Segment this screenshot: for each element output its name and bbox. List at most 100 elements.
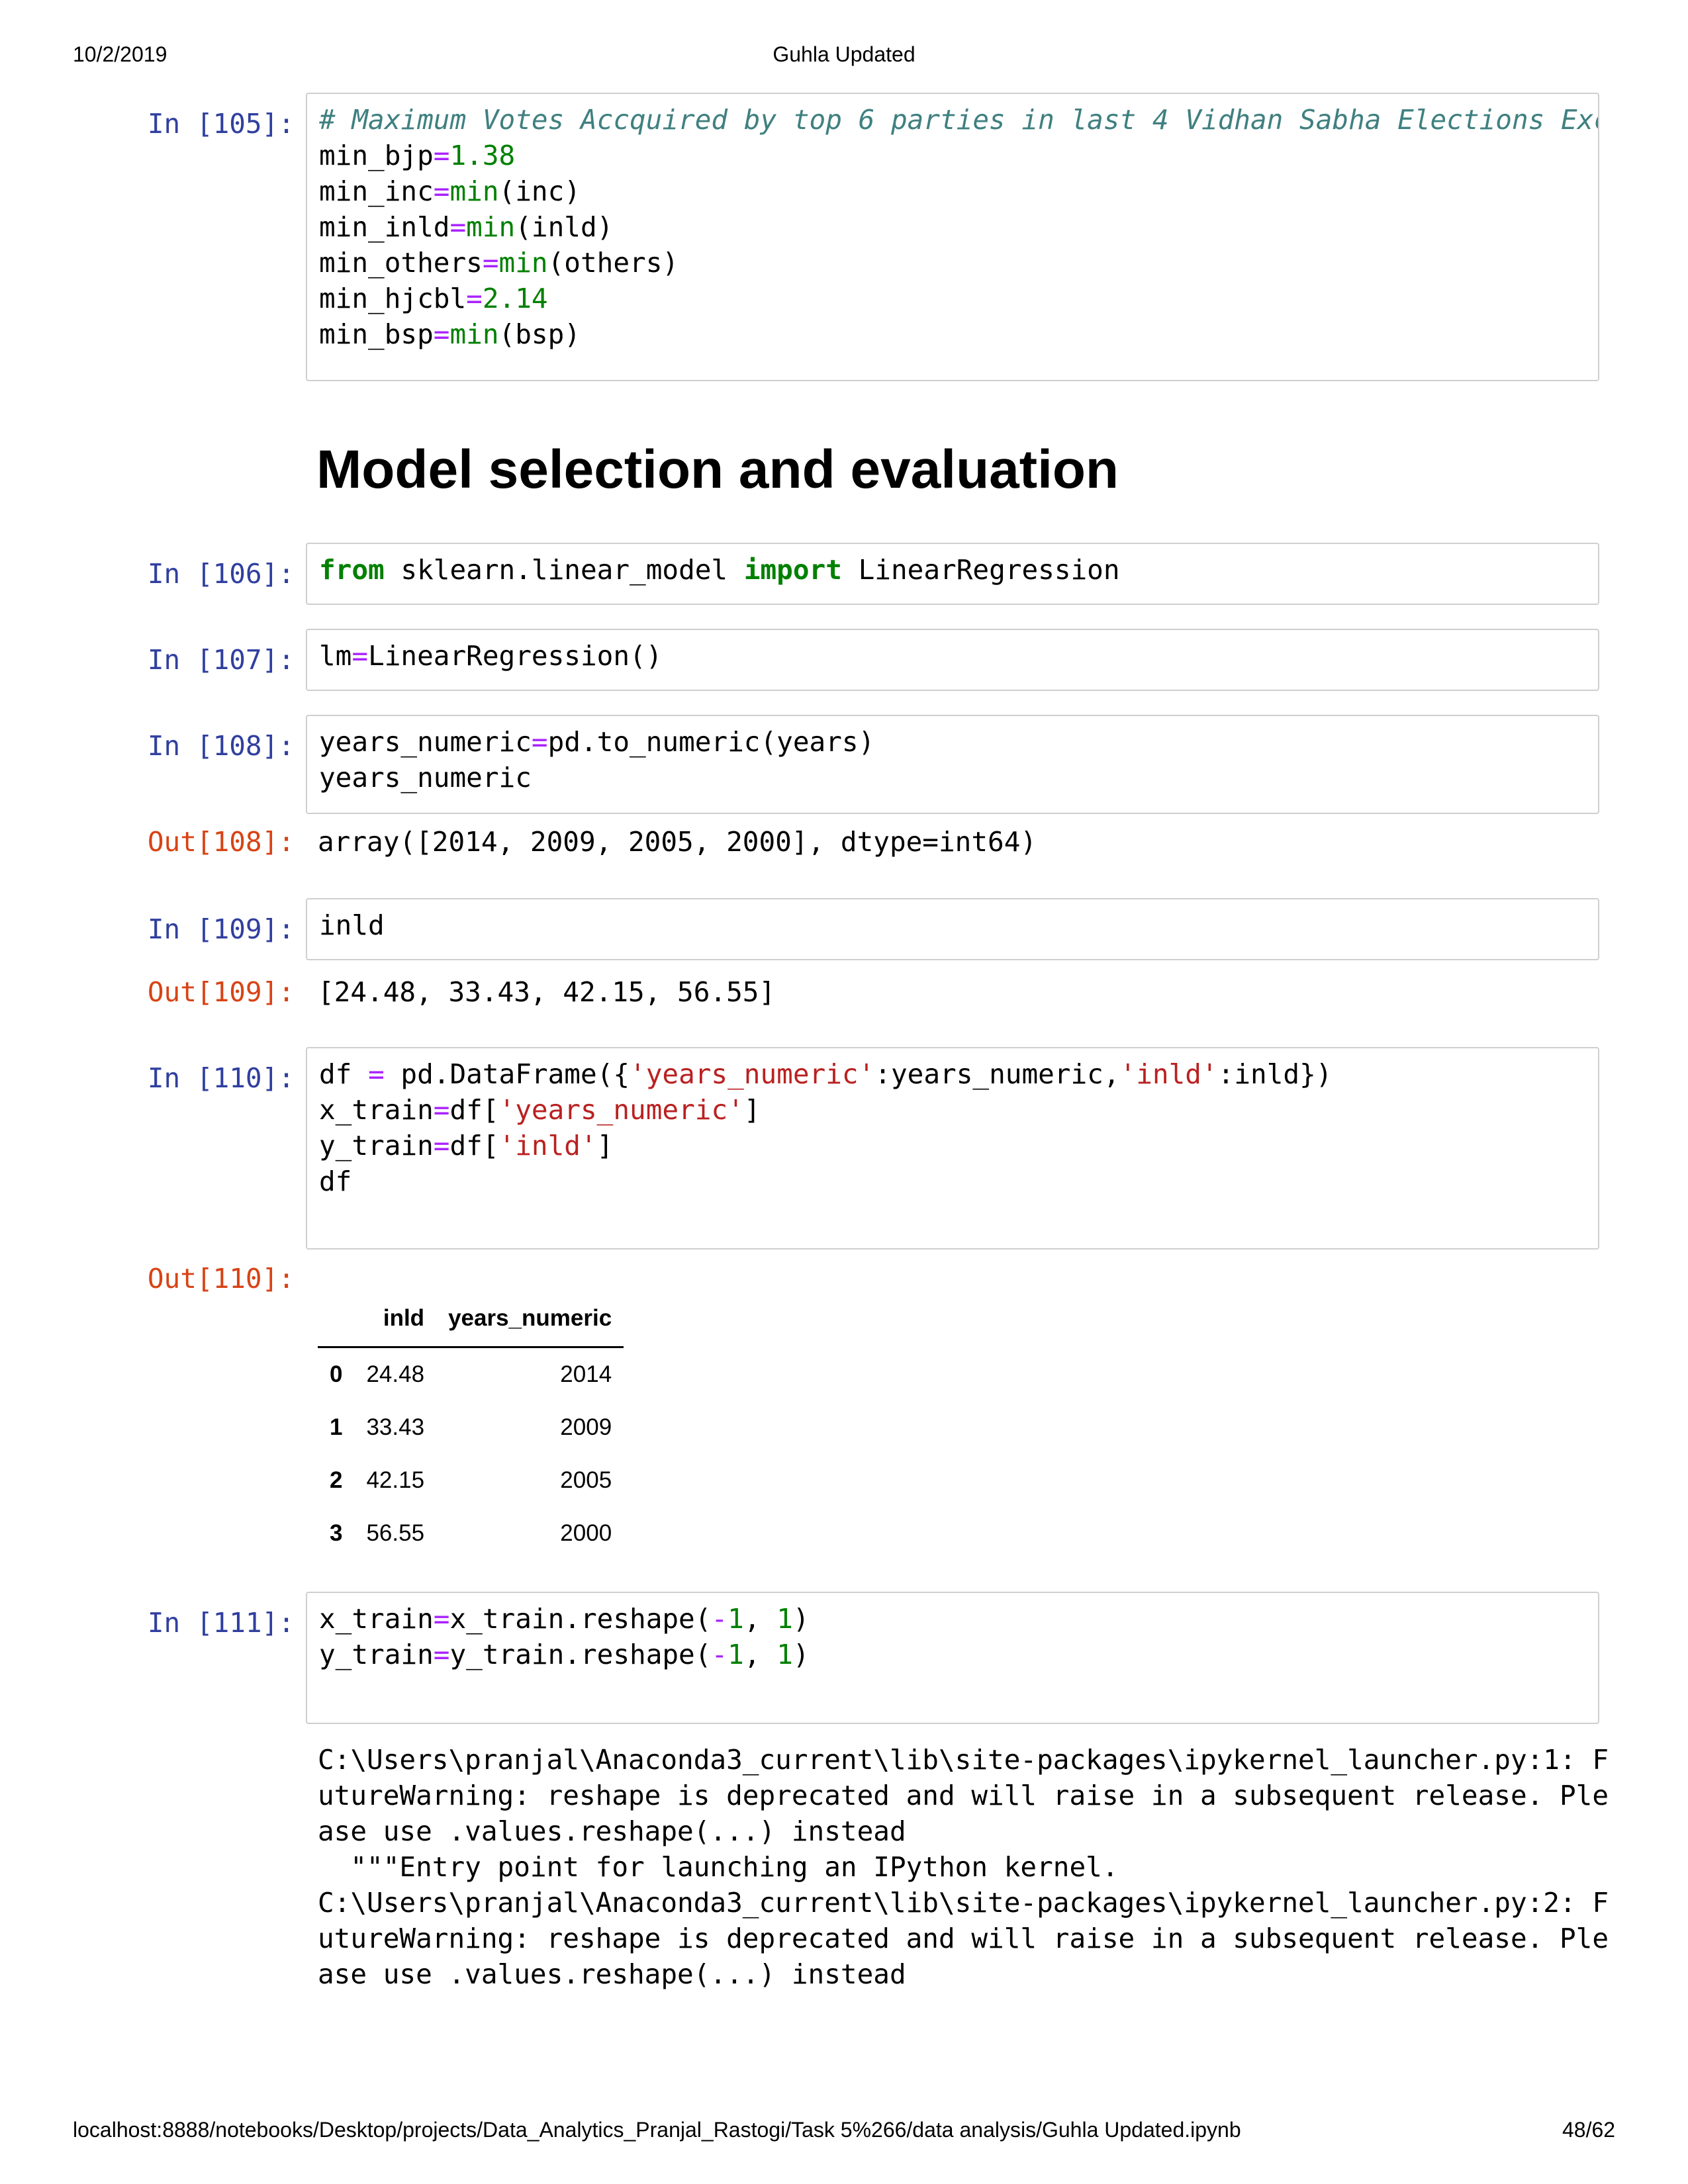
code-token: min_inc bbox=[319, 175, 434, 207]
code-cell-109[interactable]: inld bbox=[306, 898, 1599, 960]
code-token: y_train.reshape( bbox=[449, 1639, 712, 1670]
code-cell-110[interactable]: df = pd.DataFrame({'years_numeric':years… bbox=[306, 1047, 1599, 1250]
code-token: df bbox=[319, 1165, 352, 1197]
code-token: - bbox=[711, 1603, 728, 1635]
code-107: lm=LinearRegression() bbox=[319, 638, 1598, 674]
code-cell-108[interactable]: years_numeric=pd.to_numeric(years) years… bbox=[306, 715, 1599, 814]
cell-years-numeric: 2005 bbox=[560, 1467, 612, 1493]
code-token: 'years_numeric' bbox=[630, 1058, 875, 1090]
code-token: x_train bbox=[319, 1603, 434, 1635]
code-token: x_train.reshape( bbox=[449, 1603, 712, 1635]
column-header-years-numeric: years_numeric bbox=[436, 1291, 624, 1348]
code-token: = bbox=[433, 1130, 450, 1161]
table-row: 2 42.15 2005 bbox=[318, 1454, 624, 1507]
code-token: 1.38 bbox=[449, 140, 516, 171]
code-token: LinearRegression bbox=[841, 554, 1120, 586]
code-token: min bbox=[449, 175, 499, 207]
code-token: ] bbox=[743, 1094, 761, 1126]
cell-years-numeric: 2014 bbox=[560, 1361, 612, 1387]
code-token: min_inld bbox=[319, 211, 450, 243]
warning-line: C:\Users\pranjal\Anaconda3_current\lib\s… bbox=[318, 1887, 1609, 1919]
row-index: 3 bbox=[330, 1520, 343, 1546]
code-cell-105[interactable]: # Maximum Votes Accquired by top 6 parti… bbox=[306, 93, 1599, 381]
warning-line: """Entry point for launching an IPython … bbox=[318, 1851, 1119, 1883]
warning-line: utureWarning: reshape is deprecated and … bbox=[318, 1923, 1609, 1954]
code-token: 'years_numeric' bbox=[498, 1094, 744, 1126]
code-token: = bbox=[433, 140, 450, 171]
code-token: (inld) bbox=[515, 211, 614, 243]
code-token: lm bbox=[319, 640, 352, 672]
future-warning-output: C:\Users\pranjal\Anaconda3_current\lib\s… bbox=[318, 1742, 1609, 1992]
output-109: [24.48, 33.43, 42.15, 56.55] bbox=[318, 976, 776, 1008]
code-token: ] bbox=[596, 1130, 614, 1161]
code-token: 1 bbox=[727, 1603, 744, 1635]
code-token: :years_numeric, bbox=[874, 1058, 1120, 1090]
code-token: x_train bbox=[319, 1094, 434, 1126]
dataframe-table: inld years_numeric 0 24.48 2014 1 33.43 … bbox=[318, 1291, 624, 1560]
out-prompt-110: Out[110]: bbox=[147, 1263, 295, 1295]
code-token: (inc) bbox=[498, 175, 581, 207]
table-row: 0 24.48 2014 bbox=[318, 1347, 624, 1402]
section-heading: Model selection and evaluation bbox=[316, 439, 1119, 500]
code-110: df = pd.DataFrame({'years_numeric':years… bbox=[319, 1056, 1598, 1199]
in-prompt-110: In [110]: bbox=[147, 1062, 295, 1094]
warning-line: ase use .values.reshape(...) instead bbox=[318, 1958, 906, 1990]
table-row: 3 56.55 2000 bbox=[318, 1507, 624, 1560]
cell-inld: 33.43 bbox=[366, 1414, 425, 1440]
in-prompt-109: In [109]: bbox=[147, 913, 295, 945]
index-header bbox=[318, 1291, 355, 1348]
code-token: (others) bbox=[547, 247, 679, 279]
code-token: ) bbox=[792, 1639, 810, 1670]
code-token: = bbox=[466, 283, 483, 314]
in-prompt-105: In [105]: bbox=[147, 108, 295, 140]
code-token: 'inld' bbox=[1119, 1058, 1218, 1090]
in-prompt-107: In [107]: bbox=[147, 644, 295, 676]
cell-inld: 56.55 bbox=[366, 1520, 425, 1546]
row-index: 2 bbox=[330, 1467, 343, 1493]
code-token: min_bjp bbox=[319, 140, 434, 171]
code-token: = bbox=[352, 640, 369, 672]
code-token: 1 bbox=[776, 1603, 793, 1635]
code-token: = bbox=[368, 1058, 385, 1090]
cell-years-numeric: 2000 bbox=[560, 1520, 612, 1546]
code-token: 'inld' bbox=[498, 1130, 597, 1161]
code-token: df[ bbox=[449, 1094, 499, 1126]
cell-inld: 42.15 bbox=[366, 1467, 425, 1493]
page-number: 48/62 bbox=[1562, 2118, 1616, 2142]
code-token: min_bsp bbox=[319, 318, 434, 350]
code-token: 1 bbox=[727, 1639, 744, 1670]
table-header-row: inld years_numeric bbox=[318, 1291, 624, 1348]
code-token: = bbox=[531, 726, 548, 758]
code-111: x_train=x_train.reshape(-1, 1) y_train=y… bbox=[319, 1601, 1598, 1672]
code-cell-107[interactable]: lm=LinearRegression() bbox=[306, 629, 1599, 691]
out-prompt-109: Out[109]: bbox=[147, 976, 295, 1008]
code-cell-106[interactable]: from sklearn.linear_model import LinearR… bbox=[306, 543, 1599, 605]
code-token: pd.DataFrame({ bbox=[384, 1058, 630, 1090]
cell-years-numeric: 2009 bbox=[560, 1414, 612, 1440]
in-prompt-111: In [111]: bbox=[147, 1607, 295, 1639]
code-token: sklearn.linear_model bbox=[384, 554, 744, 586]
code-token: min bbox=[498, 247, 548, 279]
warning-line: utureWarning: reshape is deprecated and … bbox=[318, 1780, 1609, 1811]
code-token: = bbox=[433, 1603, 450, 1635]
code-token: from bbox=[319, 554, 385, 586]
code-token: - bbox=[711, 1639, 728, 1670]
in-prompt-106: In [106]: bbox=[147, 558, 295, 590]
code-token: (bsp) bbox=[498, 318, 581, 350]
code-token: = bbox=[482, 247, 499, 279]
code-token: = bbox=[433, 175, 450, 207]
in-prompt-108: In [108]: bbox=[147, 730, 295, 762]
column-header-inld: inld bbox=[354, 1291, 437, 1348]
code-token: LinearRegression() bbox=[368, 640, 663, 672]
code-token: = bbox=[433, 1639, 450, 1670]
code-token: min bbox=[449, 318, 499, 350]
code-comment: # Maximum Votes Accquired by top 6 parti… bbox=[319, 104, 1599, 136]
code-106: from sklearn.linear_model import LinearR… bbox=[319, 552, 1598, 588]
code-token: = bbox=[433, 318, 450, 350]
code-cell-111[interactable]: x_train=x_train.reshape(-1, 1) y_train=y… bbox=[306, 1592, 1599, 1724]
warning-line: ase use .values.reshape(...) instead bbox=[318, 1815, 906, 1847]
code-token: min bbox=[466, 211, 516, 243]
row-index: 1 bbox=[330, 1414, 343, 1440]
code-token: min_others bbox=[319, 247, 483, 279]
code-token: min_hjcbl bbox=[319, 283, 467, 314]
